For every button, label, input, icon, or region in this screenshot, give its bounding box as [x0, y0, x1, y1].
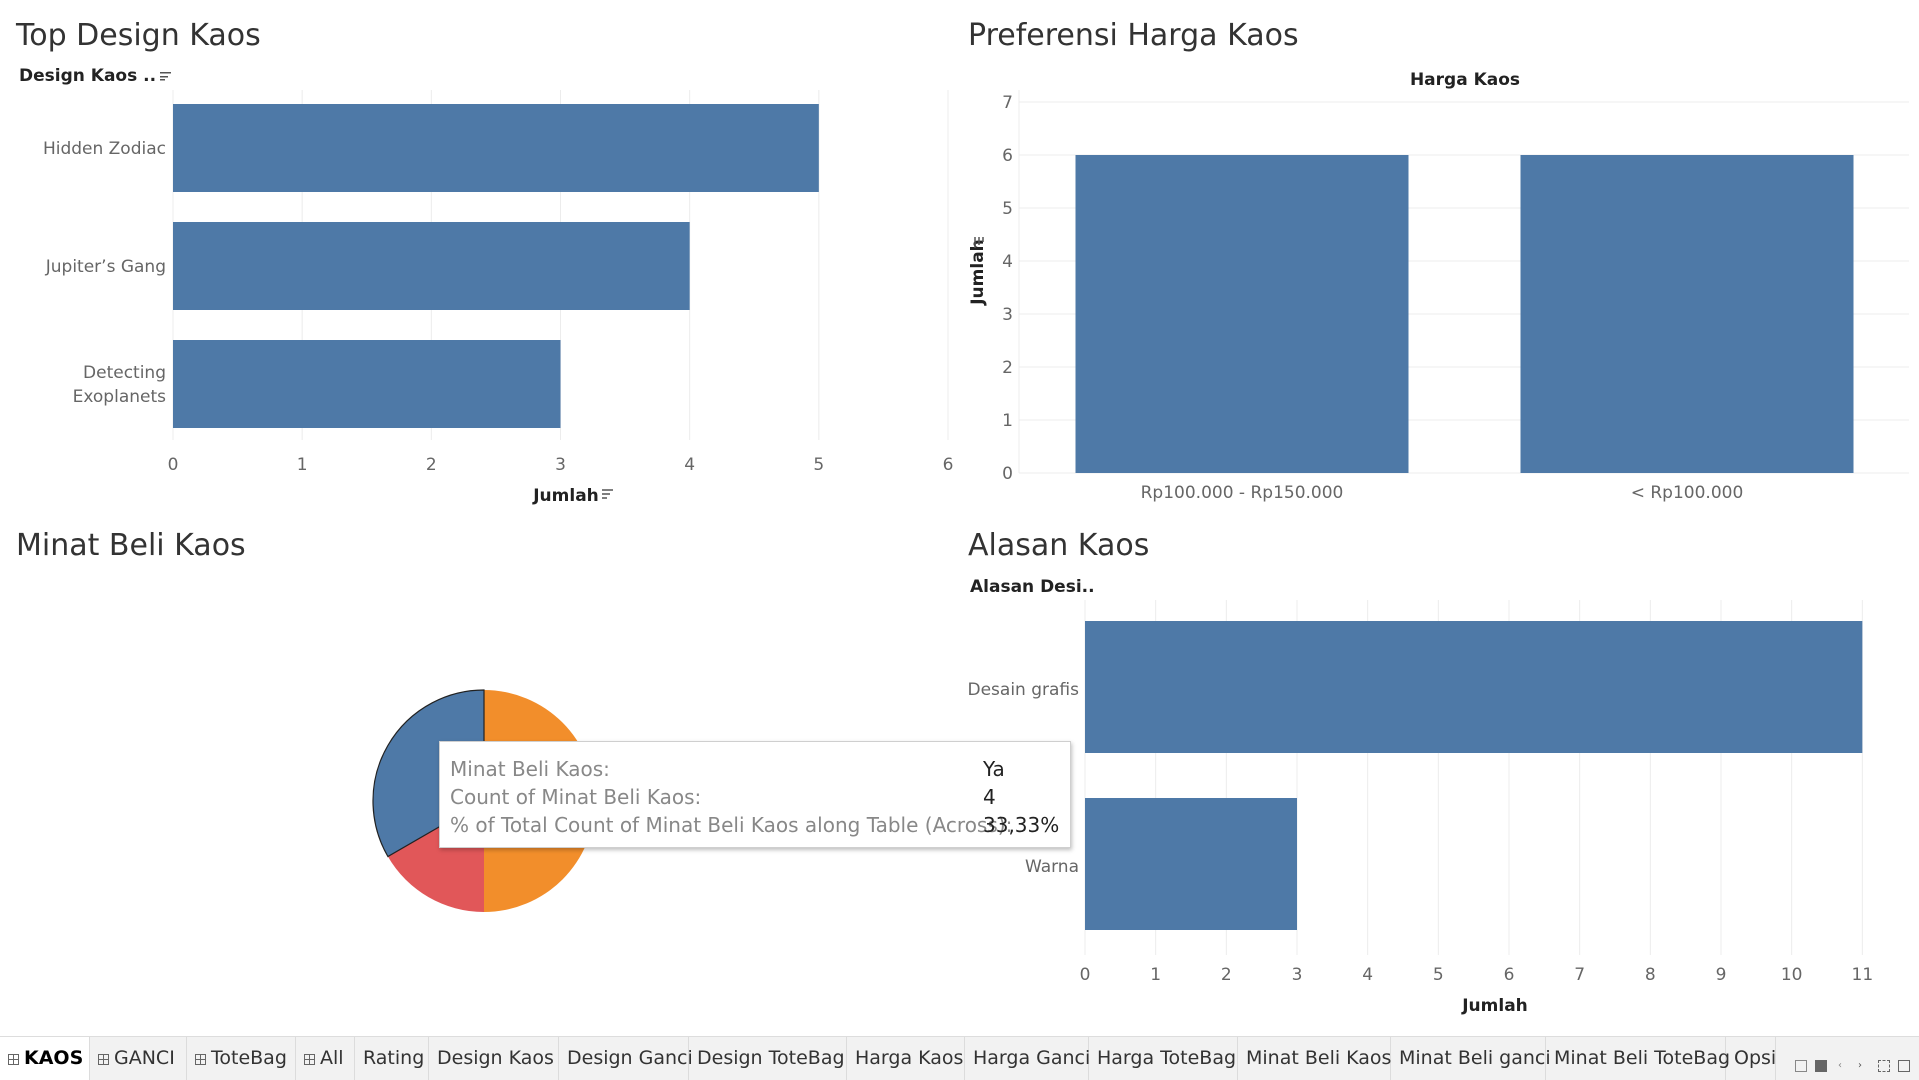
sheet-tab[interactable]: Design ToteBag — [689, 1037, 847, 1080]
category-label: < Rp100.000 — [1631, 483, 1744, 503]
y-tick-label: 1 — [1002, 411, 1013, 431]
sheet-tab-label: Opsi — [1734, 1047, 1777, 1069]
tooltip-key: Minat Beli Kaos: — [450, 757, 610, 781]
column-header: Harga Kaos — [1410, 70, 1520, 90]
x-tick-label: 2 — [1221, 965, 1232, 985]
sheet-tab[interactable]: Design Kaos — [429, 1037, 559, 1080]
category-label: Rp100.000 - Rp150.000 — [1141, 483, 1344, 503]
sheet-tab-label: Minat Beli ganci — [1399, 1047, 1551, 1069]
x-axis-title: Jumlah — [532, 486, 599, 506]
x-tick-label: 4 — [684, 455, 695, 475]
sheet-tab[interactable]: Harga ToteBag — [1089, 1037, 1238, 1080]
tooltip-value: 4 — [983, 785, 996, 809]
y-tick-label: 3 — [1002, 305, 1013, 325]
tooltip-key: Count of Minat Beli Kaos: — [450, 785, 702, 809]
x-tick-label: 10 — [1781, 965, 1803, 985]
x-axis-title: Jumlah — [1461, 996, 1528, 1016]
sheet-tab-label: Harga ToteBag — [1097, 1047, 1237, 1069]
sheet-tab-label: Design ToteBag — [697, 1047, 845, 1069]
sheet-tab-label: Design Kaos — [437, 1047, 554, 1069]
bar — [173, 340, 561, 428]
sheet-tab[interactable]: Minat Beli ToteBag — [1546, 1037, 1730, 1080]
sheet-tab-label: ToteBag — [211, 1047, 287, 1069]
y-axis-title: Jumlah — [968, 239, 988, 306]
tooltip-value: Ya — [983, 757, 1005, 781]
filmstrip-icon[interactable] — [1815, 1060, 1827, 1072]
sheet-tab[interactable]: Minat Beli ganci — [1391, 1037, 1551, 1080]
dashboard-icon — [195, 1054, 206, 1065]
sheet-tab-bar: KAOS GANCI ToteBag All Rating Design Kaos Desi… — [0, 1036, 1919, 1080]
dashboard-icon — [8, 1054, 19, 1065]
x-tick-label: 5 — [1433, 965, 1444, 985]
y-tick-label: 6 — [1002, 146, 1013, 166]
tooltip-value: 33,33% — [983, 813, 1060, 837]
category-label: Jupiter’s Gang — [45, 257, 166, 277]
y-tick-label: 4 — [1002, 252, 1013, 272]
bar — [1085, 798, 1297, 930]
sheet-tab[interactable]: GANCI — [90, 1037, 187, 1080]
y-tick-label: 2 — [1002, 358, 1013, 378]
scroll-left-icon[interactable]: ‹ — [1838, 1060, 1850, 1072]
pie-tooltip: Minat Beli Kaos: Ya Count of Minat Beli … — [439, 741, 1071, 848]
category-label: Exoplanets — [73, 387, 167, 407]
present-icon[interactable] — [1898, 1060, 1910, 1072]
sheet-tab-label: Design Ganci — [567, 1047, 693, 1069]
sheet-tab[interactable]: All — [296, 1037, 355, 1080]
bar — [1075, 155, 1409, 473]
category-label: Hidden Zodiac — [43, 139, 166, 159]
x-tick-label: 2 — [426, 455, 437, 475]
top-design-chart: 0 1 2 3 4 5 6 Hidden Zodiac Jupiter’s Gang Detect… — [43, 90, 954, 506]
x-tick-label: 4 — [1362, 965, 1373, 985]
sheet-tab-label: GANCI — [114, 1047, 175, 1069]
sheet-tab-label: Rating — [363, 1047, 425, 1069]
sheet-tab-label: Minat Beli ToteBag — [1554, 1047, 1731, 1069]
y-tick-label: 7 — [1002, 93, 1013, 113]
sheet-tab[interactable]: Rating — [355, 1037, 429, 1080]
bar — [173, 104, 819, 192]
x-tick-label: 6 — [1504, 965, 1515, 985]
bar — [1085, 621, 1863, 753]
sheet-tab[interactable]: Harga Kaos — [847, 1037, 965, 1080]
tooltip-key: % of Total Count of Minat Beli Kaos alon… — [450, 813, 1013, 837]
x-tick-label: 6 — [943, 455, 954, 475]
y-tick-label: 0 — [1002, 464, 1013, 484]
alasan-chart: 0123456789101112Desain grafisWarnaJumlah — [968, 600, 1874, 1016]
x-tick-label: 3 — [1292, 965, 1303, 985]
x-tick-label: 9 — [1716, 965, 1727, 985]
sheet-tab[interactable]: ToteBag — [187, 1037, 296, 1080]
sheet-tab[interactable]: Design Ganci — [559, 1037, 693, 1080]
sheet-tab-label: Harga Kaos — [855, 1047, 964, 1069]
x-tick-label: 5 — [813, 455, 824, 475]
fullscreen-icon[interactable] — [1878, 1060, 1890, 1072]
category-label: Detecting — [83, 363, 166, 383]
sheet-tab-label: Minat Beli Kaos — [1246, 1047, 1392, 1069]
sheet-tab[interactable]: KAOS — [0, 1037, 90, 1080]
x-tick-label: 3 — [555, 455, 566, 475]
sheet-tab-label: All — [320, 1047, 344, 1069]
category-label: Desain grafis — [968, 680, 1080, 700]
x-tick-label: 1 — [1150, 965, 1161, 985]
dashboard-icon — [304, 1054, 315, 1065]
dashboard-icon — [98, 1054, 109, 1065]
category-label: Warna — [1025, 857, 1079, 877]
x-tick-label: 0 — [1080, 965, 1091, 985]
sort-icon — [602, 489, 613, 499]
bar — [1520, 155, 1854, 473]
y-tick-label: 5 — [1002, 199, 1013, 219]
x-tick-label: 11 — [1852, 965, 1874, 985]
x-tick-label: 1 — [297, 455, 308, 475]
x-tick-label: 0 — [168, 455, 179, 475]
sheet-tab-label: KAOS — [24, 1047, 84, 1069]
x-tick-label: 8 — [1645, 965, 1656, 985]
bar — [173, 222, 690, 310]
sheet-tab[interactable]: Harga Ganci — [965, 1037, 1091, 1080]
scroll-right-icon[interactable]: › — [1858, 1060, 1870, 1072]
sheet-tab[interactable]: Opsi — [1726, 1037, 1776, 1080]
sheet-tab-label: Harga Ganci — [973, 1047, 1091, 1069]
show-sheets-icon[interactable] — [1795, 1060, 1807, 1072]
harga-chart: Harga Kaos 0 1 2 3 4 5 6 7 Rp100.000 - Rp150.000 <… — [968, 70, 1909, 503]
x-tick-label: 7 — [1574, 965, 1585, 985]
sheet-tab[interactable]: Minat Beli Kaos — [1238, 1037, 1391, 1080]
